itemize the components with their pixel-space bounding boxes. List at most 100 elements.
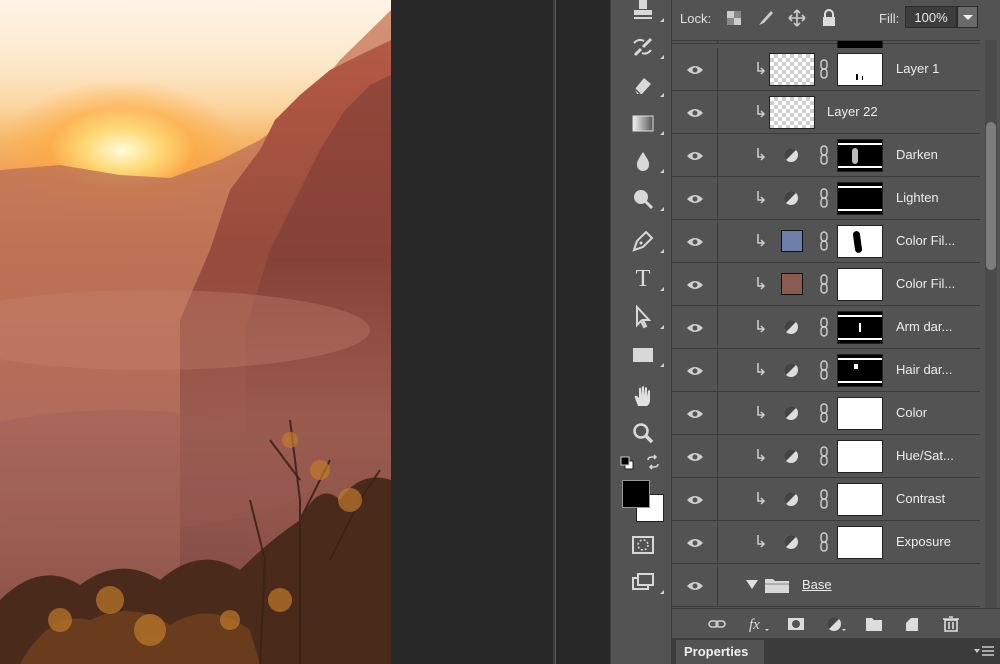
- fill-input[interactable]: 100%: [905, 6, 957, 28]
- layer-thumbnail[interactable]: [769, 96, 815, 129]
- fill-color-swatch[interactable]: [781, 273, 803, 295]
- visibility-eye-icon[interactable]: [672, 564, 718, 607]
- lock-position-icon[interactable]: [787, 8, 807, 28]
- chain-link-icon[interactable]: [819, 58, 829, 80]
- chain-link-icon[interactable]: [819, 316, 829, 338]
- adjustment-layer-icon[interactable]: [783, 448, 799, 464]
- layer-name[interactable]: Exposure: [896, 534, 951, 549]
- chain-link-icon[interactable]: [819, 230, 829, 252]
- layer-mask-thumbnail[interactable]: [837, 440, 883, 473]
- gradient-icon[interactable]: [628, 109, 664, 137]
- layer-mask-thumbnail[interactable]: [837, 139, 883, 172]
- group-row[interactable]: Base: [672, 564, 980, 607]
- hand-icon[interactable]: [628, 383, 658, 411]
- link-icon[interactable]: [708, 616, 726, 632]
- visibility-eye-icon[interactable]: [672, 263, 718, 306]
- visibility-eye-icon[interactable]: [672, 392, 718, 435]
- layer-name[interactable]: Layer 22: [827, 104, 878, 119]
- screen-mode-icon[interactable]: [628, 568, 664, 596]
- layer-mask-thumbnail[interactable]: [837, 354, 883, 387]
- layer-name[interactable]: Color Fil...: [896, 276, 955, 291]
- layer-mask-thumbnail[interactable]: [837, 526, 883, 559]
- add-mask-icon[interactable]: [787, 616, 805, 632]
- layer-mask-thumbnail[interactable]: [837, 225, 883, 258]
- quick-mask-icon[interactable]: [628, 531, 658, 559]
- fx-icon[interactable]: fx: [748, 616, 772, 632]
- dodge-icon[interactable]: [628, 185, 664, 213]
- layer-mask-thumbnail[interactable]: [837, 397, 883, 430]
- zoom-icon[interactable]: [628, 419, 658, 447]
- layer-mask-thumbnail[interactable]: [837, 311, 883, 344]
- visibility-eye-icon[interactable]: [672, 521, 718, 564]
- adjustment-layer-icon[interactable]: [783, 534, 799, 550]
- layer-row[interactable]: [672, 41, 980, 67]
- adjustment-layer-icon[interactable]: [783, 362, 799, 378]
- layer-row[interactable]: Darken: [672, 134, 980, 177]
- fill-color-swatch[interactable]: [781, 230, 803, 252]
- layer-row[interactable]: Contrast: [672, 478, 980, 521]
- layer-name[interactable]: Layer 1: [896, 61, 939, 76]
- layer-row[interactable]: Lighten: [672, 177, 980, 220]
- layer-row[interactable]: Layer 22: [672, 91, 980, 134]
- chain-link-icon[interactable]: [819, 531, 829, 553]
- rectangle-icon[interactable]: [628, 341, 664, 369]
- layer-row[interactable]: Exposure: [672, 521, 980, 564]
- lock-transparent-icon[interactable]: [724, 8, 744, 28]
- layer-name[interactable]: Lighten: [896, 190, 939, 205]
- text-icon[interactable]: T: [628, 265, 664, 293]
- foreground-color-swatch[interactable]: [622, 480, 650, 508]
- visibility-eye-icon[interactable]: [672, 177, 718, 220]
- layers-scroll-thumb[interactable]: [986, 122, 996, 270]
- layer-row[interactable]: Color Fil...: [672, 263, 980, 306]
- layer-name[interactable]: Contrast: [896, 491, 945, 506]
- chain-link-icon[interactable]: [819, 488, 829, 510]
- trash-icon[interactable]: [942, 616, 960, 632]
- visibility-eye-icon[interactable]: [672, 435, 718, 478]
- visibility-eye-icon[interactable]: [672, 48, 718, 91]
- properties-tab[interactable]: Properties: [676, 640, 764, 664]
- layer-row[interactable]: Arm dar...: [672, 306, 980, 349]
- swap-colors-icon[interactable]: [645, 454, 661, 470]
- layer-mask-thumbnail[interactable]: [837, 483, 883, 516]
- visibility-eye-icon[interactable]: [672, 220, 718, 263]
- layer-thumbnail[interactable]: [769, 53, 815, 86]
- adjustment-layer-icon[interactable]: [783, 405, 799, 421]
- default-colors-icon[interactable]: [620, 456, 634, 470]
- visibility-eye-icon[interactable]: [672, 349, 718, 392]
- visibility-eye-icon[interactable]: [672, 91, 718, 134]
- adjustment-layer-icon[interactable]: [783, 319, 799, 335]
- adjustment-layer-icon[interactable]: [783, 147, 799, 163]
- pen-icon[interactable]: [628, 227, 664, 255]
- layer-row[interactable]: Color: [672, 392, 980, 435]
- layer-row[interactable]: Color Fil...: [672, 220, 980, 263]
- layer-mask-thumbnail[interactable]: [837, 53, 883, 86]
- stamp-tool-icon[interactable]: [628, 0, 664, 24]
- new-layer-icon[interactable]: [903, 616, 921, 632]
- blur-icon[interactable]: [628, 147, 664, 175]
- layer-name[interactable]: Hue/Sat...: [896, 448, 954, 463]
- chain-link-icon[interactable]: [819, 187, 829, 209]
- eraser-icon[interactable]: [628, 71, 664, 99]
- chain-link-icon[interactable]: [819, 144, 829, 166]
- layer-row[interactable]: Hue/Sat...: [672, 435, 980, 478]
- visibility-eye-icon[interactable]: [672, 134, 718, 177]
- chain-link-icon[interactable]: [819, 273, 829, 295]
- lock-brush-icon[interactable]: [756, 8, 776, 28]
- chain-link-icon[interactable]: [819, 359, 829, 381]
- new-group-icon[interactable]: [865, 616, 883, 632]
- panel-menu-icon[interactable]: [974, 646, 994, 656]
- layer-name[interactable]: Color: [896, 405, 927, 420]
- visibility-eye-icon[interactable]: [672, 478, 718, 521]
- path-select-icon[interactable]: [628, 303, 664, 331]
- document-canvas[interactable]: [0, 0, 391, 664]
- group-name[interactable]: Base: [802, 577, 832, 592]
- adjustment-layer-icon[interactable]: [783, 491, 799, 507]
- layer-name[interactable]: Color Fil...: [896, 233, 955, 248]
- visibility-eye-icon[interactable]: [672, 306, 718, 349]
- history-brush-icon[interactable]: [628, 33, 664, 61]
- adjustment-icon[interactable]: [826, 616, 848, 632]
- group-expand-triangle-icon[interactable]: [746, 580, 758, 590]
- fill-dropdown-button[interactable]: [957, 6, 978, 28]
- layer-name[interactable]: Darken: [896, 147, 938, 162]
- chain-link-icon[interactable]: [819, 445, 829, 467]
